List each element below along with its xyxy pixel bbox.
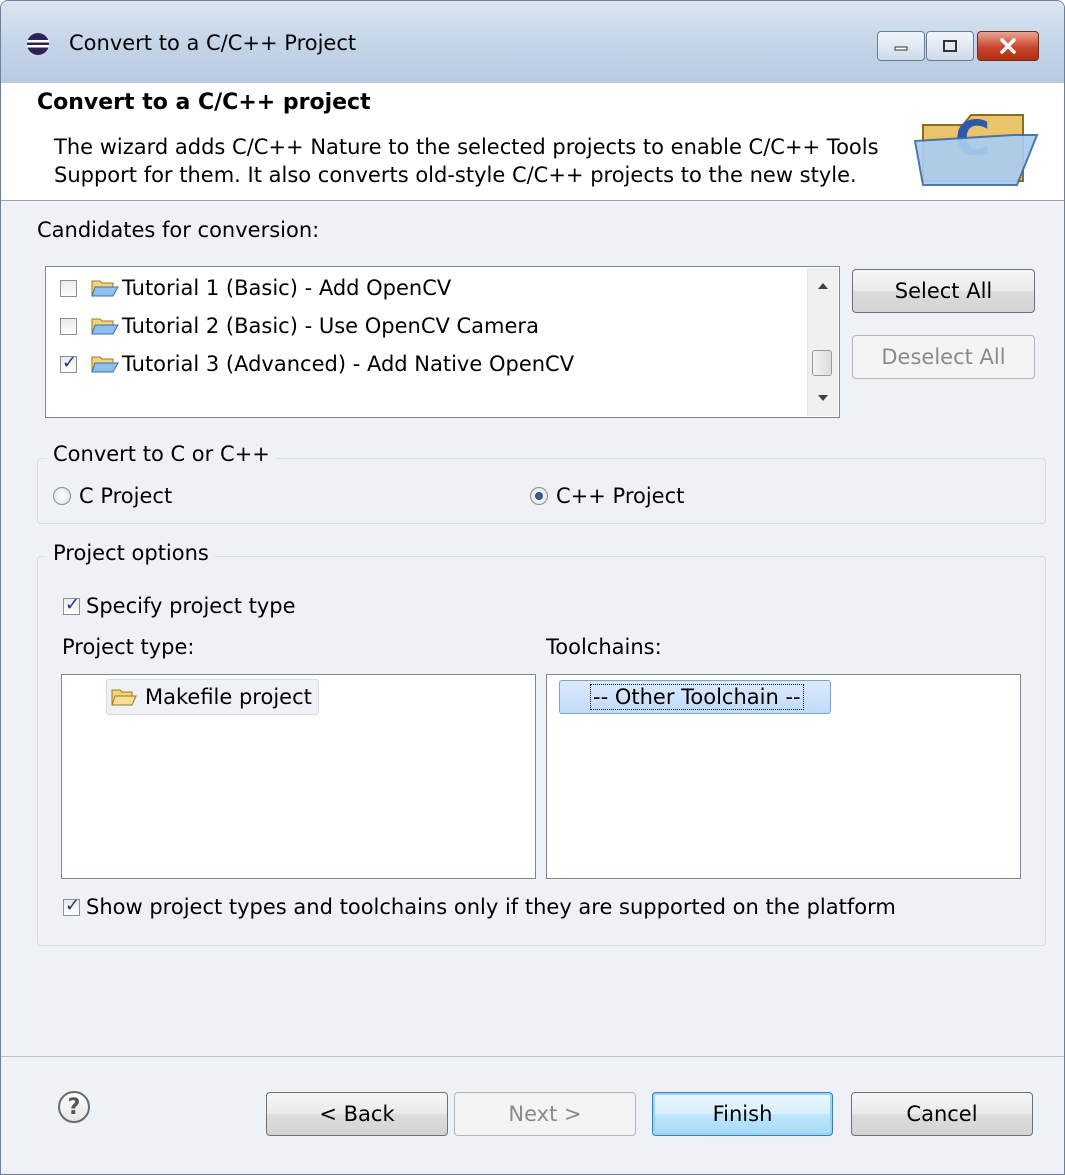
maximize-button[interactable] — [926, 31, 974, 61]
radio-circle[interactable] — [530, 487, 548, 505]
checkbox-box[interactable] — [63, 895, 80, 916]
show-supported-label: Show project types and toolchains only i… — [86, 895, 896, 919]
help-icon[interactable]: ? — [58, 1091, 90, 1123]
back-button[interactable]: < Back — [266, 1092, 448, 1136]
maximize-icon — [927, 32, 973, 60]
title-bar[interactable]: Convert to a C/C++ Project — [1, 1, 1064, 83]
cpp-project-radio[interactable]: C++ Project — [530, 481, 684, 511]
dialog-window: Convert to a C/C++ Project Convert to a … — [0, 0, 1065, 1175]
toolchain-label: -- Other Toolchain -- — [590, 684, 804, 710]
minimize-icon — [878, 32, 924, 60]
radio-circle[interactable] — [53, 487, 71, 505]
checkbox-box[interactable] — [63, 594, 80, 615]
back-label: < Back — [319, 1102, 395, 1126]
folder-icon — [111, 689, 137, 706]
candidate-label: Tutorial 3 (Advanced) - Add Native OpenC… — [122, 352, 575, 376]
close-icon — [978, 32, 1038, 60]
candidates-label: Candidates for conversion: — [37, 218, 320, 242]
eclipse-icon — [27, 33, 49, 55]
candidate-label: Tutorial 1 (Basic) - Add OpenCV — [122, 276, 452, 300]
window-title: Convert to a C/C++ Project — [69, 31, 357, 55]
project-type-tree[interactable]: Makefile project — [61, 674, 536, 879]
toolchain-item[interactable]: -- Other Toolchain -- — [559, 680, 831, 714]
c-folder-banner-icon: C — [913, 111, 1039, 186]
scroll-thumb[interactable] — [812, 350, 832, 376]
next-button[interactable]: Next > — [454, 1092, 636, 1136]
scroll-down-icon[interactable] — [817, 394, 829, 402]
cpp-project-label: C++ Project — [556, 484, 685, 508]
candidate-checkbox[interactable] — [60, 279, 77, 297]
wizard-description: The wizard adds C/C++ Nature to the sele… — [54, 133, 904, 189]
select-all-button[interactable]: Select All — [852, 269, 1035, 313]
list-item[interactable]: Tutorial 2 (Basic) - Use OpenCV Camera — [60, 309, 539, 343]
finish-button[interactable]: Finish — [652, 1092, 833, 1136]
candidate-label: Tutorial 2 (Basic) - Use OpenCV Camera — [122, 314, 539, 338]
cancel-button[interactable]: Cancel — [851, 1092, 1033, 1136]
specify-project-type-label: Specify project type — [86, 594, 296, 618]
wizard-title: Convert to a C/C++ project — [37, 90, 371, 115]
convert-group-title: Convert to C or C++ — [47, 442, 276, 466]
toolchains-label: Toolchains: — [546, 635, 662, 659]
candidates-list[interactable]: Tutorial 1 (Basic) - Add OpenCV Tutorial… — [45, 266, 840, 418]
toolchains-list[interactable]: -- Other Toolchain -- — [546, 674, 1021, 879]
specify-project-type-checkbox[interactable]: Specify project type — [63, 591, 296, 621]
next-label: Next > — [508, 1102, 582, 1126]
folder-icon — [91, 356, 119, 373]
folder-icon — [91, 318, 119, 335]
project-options-title: Project options — [47, 541, 215, 565]
deselect-all-button[interactable]: Deselect All — [852, 335, 1035, 379]
tree-item-makefile-project[interactable]: Makefile project — [106, 679, 319, 715]
description-line-2: Support for them. It also converts old-s… — [54, 163, 857, 187]
description-line-1: The wizard adds C/C++ Nature to the sele… — [54, 135, 879, 159]
cancel-label: Cancel — [906, 1102, 978, 1126]
footer-separator — [1, 1056, 1064, 1057]
c-project-label: C Project — [79, 484, 173, 508]
candidate-checkbox[interactable] — [60, 317, 77, 335]
wizard-body: Candidates for conversion: Tutorial 1 (B… — [1, 201, 1064, 1174]
list-item[interactable]: Tutorial 1 (Basic) - Add OpenCV — [60, 271, 451, 305]
minimize-button[interactable] — [877, 31, 925, 61]
makefile-project-label: Makefile project — [145, 685, 312, 709]
scroll-up-icon[interactable] — [817, 282, 829, 290]
finish-label: Finish — [712, 1102, 773, 1126]
candidate-checkbox[interactable] — [60, 352, 77, 373]
wizard-header: Convert to a C/C++ project The wizard ad… — [1, 83, 1064, 201]
project-type-label: Project type: — [62, 635, 195, 659]
c-project-radio[interactable]: C Project — [53, 481, 172, 511]
list-item[interactable]: Tutorial 3 (Advanced) - Add Native OpenC… — [60, 347, 574, 381]
folder-icon — [91, 280, 119, 297]
candidates-scrollbar[interactable] — [807, 268, 838, 416]
show-supported-checkbox[interactable]: Show project types and toolchains only i… — [63, 892, 896, 922]
close-window-button[interactable] — [977, 31, 1039, 61]
